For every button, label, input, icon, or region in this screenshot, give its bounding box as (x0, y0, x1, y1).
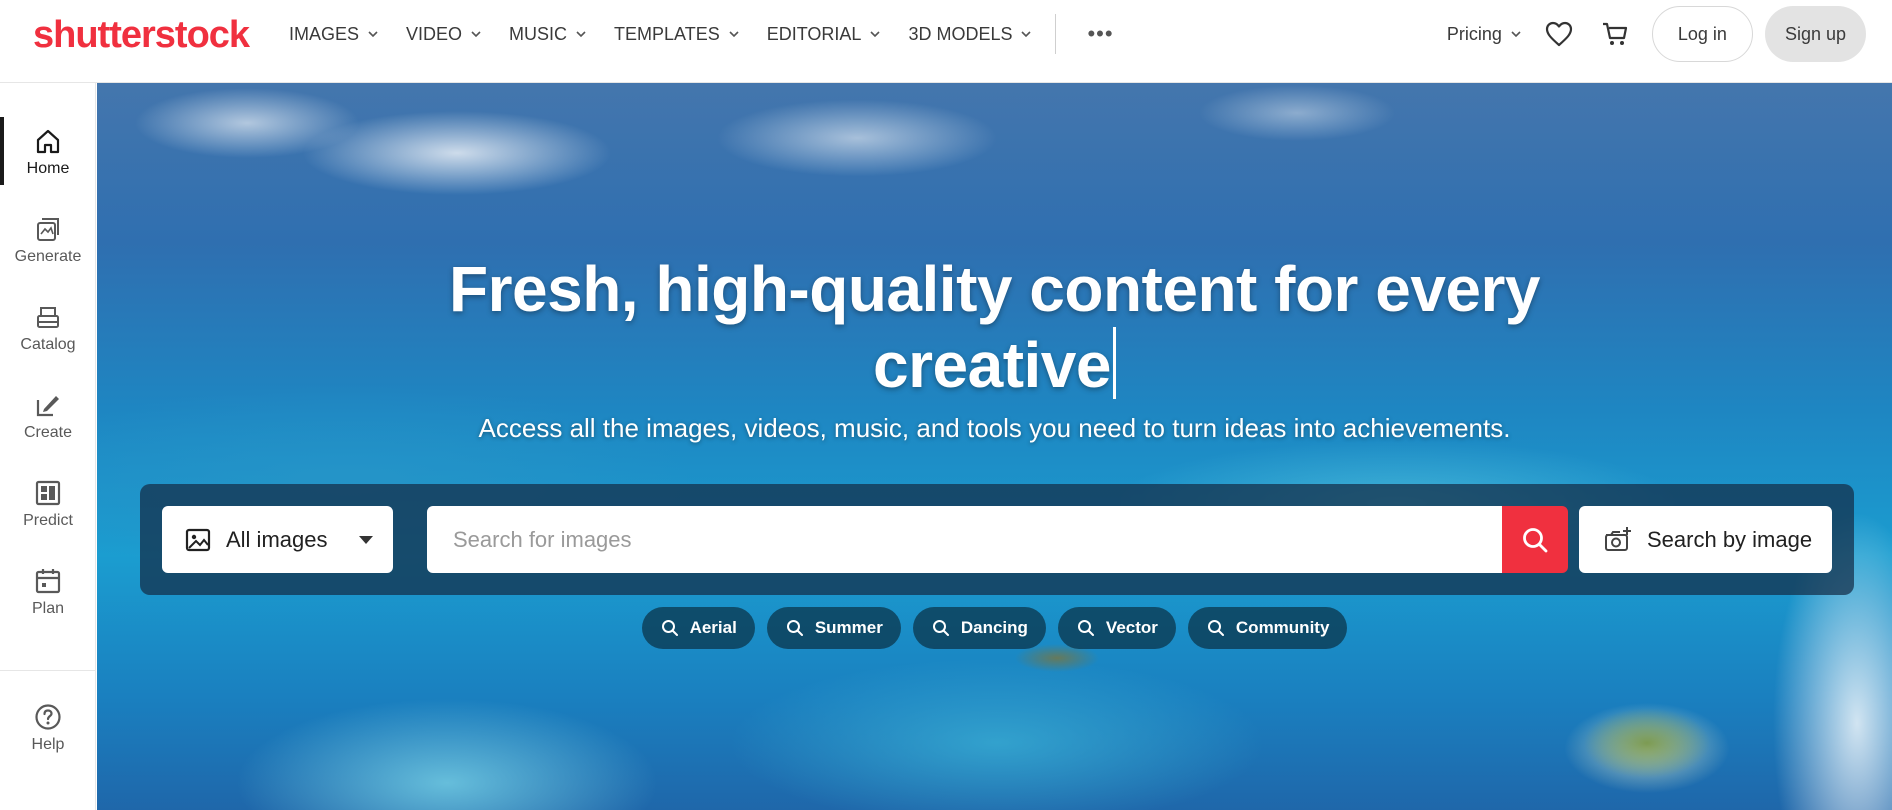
chip-label: Community (1235, 618, 1330, 637)
cart-icon (1602, 22, 1627, 45)
search-by-image-label: Search by image (1647, 526, 1813, 552)
image-icon (185, 528, 211, 551)
chip-label: Vector (1105, 618, 1158, 637)
search-icon (661, 620, 678, 636)
chip-summer[interactable]: Summer (766, 607, 901, 649)
chevron-down-icon (576, 31, 586, 38)
nav-music-label: MUSIC (509, 23, 568, 44)
sidebar-item-plan[interactable]: Plan (0, 557, 96, 627)
chip-dancing[interactable]: Dancing (912, 607, 1046, 649)
sidebar-item-label: Home (26, 160, 70, 177)
sidebar-item-label: Generate (14, 248, 82, 265)
cart-button[interactable] (1600, 19, 1630, 49)
nav-templates-label: TEMPLATES (614, 23, 720, 44)
text-cursor (1112, 327, 1116, 399)
nav-video-label: VIDEO (406, 23, 463, 44)
sidebar-item-label: Plan (31, 600, 65, 617)
sidebar-item-label: Create (23, 424, 73, 441)
chip-label: Dancing (960, 618, 1028, 637)
sidebar-item-generate[interactable]: Generate (0, 205, 96, 275)
nav-templates[interactable]: TEMPLATES (614, 24, 740, 45)
hero-title-line-2: creative (873, 329, 1111, 401)
catalog-icon (37, 307, 59, 328)
dropdown-caret-icon (359, 536, 373, 544)
nav-images[interactable]: IMAGES (289, 24, 379, 45)
content-type-value: All images (226, 526, 328, 552)
chevron-down-icon (870, 31, 881, 38)
sidebar-item-predict[interactable]: Predict (0, 469, 96, 539)
nav-images-label: IMAGES (289, 23, 360, 44)
chevron-down-icon (1511, 31, 1521, 38)
sidebar-item-help[interactable]: Help (0, 693, 96, 763)
nav-divider (1055, 14, 1057, 54)
pricing-label: Pricing (1446, 23, 1502, 44)
chevron-down-icon (1021, 31, 1032, 38)
sidebar-item-catalog[interactable]: Catalog (0, 293, 96, 363)
nav-editorial[interactable]: EDITORIAL (767, 24, 882, 45)
predict-icon (35, 480, 61, 506)
hero-section: Fresh, high-quality content for every cr… (97, 83, 1892, 810)
search-icon (786, 620, 803, 636)
create-icon (36, 396, 59, 417)
chevron-down-icon (729, 31, 739, 38)
sidebar-divider (0, 670, 96, 671)
nav-3d-models[interactable]: 3D MODELS (908, 24, 1032, 45)
hero-title-line-2-wrapper: creative (97, 327, 1892, 403)
chip-vector[interactable]: Vector (1057, 607, 1176, 649)
chip-label: Summer (814, 618, 883, 637)
plan-icon (35, 569, 61, 594)
search-panel: All images Search by image (140, 484, 1854, 595)
home-icon (36, 129, 60, 154)
sidebar-item-create[interactable]: Create (0, 381, 96, 451)
hero-title-line-1: Fresh, high-quality content for every (449, 253, 1541, 325)
more-menu-button[interactable]: ••• (1087, 21, 1113, 47)
content-type-select[interactable]: All images (162, 506, 393, 573)
shutterstock-logo[interactable]: shutterstock (33, 14, 250, 57)
chip-community[interactable]: Community (1187, 607, 1348, 649)
sidebar-item-label: Predict (23, 512, 73, 529)
search-icon (932, 620, 949, 636)
help-icon (35, 704, 61, 730)
chip-aerial[interactable]: Aerial (641, 607, 755, 649)
account-nav: Pricing Log in Sign up (1447, 6, 1866, 62)
nav-3d-models-label: 3D MODELS (908, 23, 1013, 44)
camera-plus-icon (1605, 526, 1631, 551)
left-sidebar: Home Generate Catalog Create Predict Pla… (0, 83, 96, 810)
nav-music[interactable]: MUSIC (509, 24, 587, 45)
sidebar-help-label: Help (31, 736, 65, 753)
chevron-down-icon (368, 31, 378, 38)
search-button[interactable] (1502, 506, 1568, 573)
search-by-image-button[interactable]: Search by image (1579, 506, 1832, 573)
search-icon (1077, 620, 1094, 636)
sidebar-item-label: Catalog (20, 336, 76, 353)
nav-video[interactable]: VIDEO (406, 24, 482, 45)
favorites-button[interactable] (1544, 19, 1574, 49)
search-icon (1523, 527, 1548, 552)
top-nav-bar: shutterstock IMAGES VIDEO MUSIC TEMPLATE… (0, 0, 1892, 83)
heart-icon (1545, 21, 1572, 47)
generate-icon (37, 218, 59, 241)
search-icon (1207, 620, 1224, 636)
log-in-button[interactable]: Log in (1651, 6, 1753, 62)
main-nav: IMAGES VIDEO MUSIC TEMPLATES EDITORIAL 3… (289, 0, 1114, 68)
chip-label: Aerial (689, 618, 737, 637)
hero-title: Fresh, high-quality content for every cr… (97, 251, 1892, 403)
sign-up-button[interactable]: Sign up (1764, 6, 1866, 62)
sidebar-item-home[interactable]: Home (0, 117, 96, 187)
nav-editorial-label: EDITORIAL (766, 23, 862, 44)
chevron-down-icon (471, 31, 481, 38)
pricing-menu[interactable]: Pricing (1447, 24, 1522, 45)
search-input[interactable] (427, 506, 1502, 573)
hero-subtitle: Access all the images, videos, music, an… (478, 413, 1511, 443)
suggestion-chips: Aerial Summer Dancing Vector Community (97, 607, 1892, 649)
